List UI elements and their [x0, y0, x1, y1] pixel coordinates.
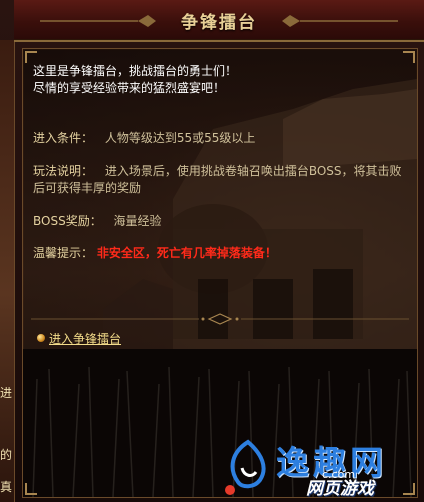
corner-ornament — [25, 51, 37, 63]
title-ornament-right-icon — [282, 15, 398, 27]
background-game-strip: 进 的 真 — [0, 40, 15, 502]
background-text-fragment: 的 — [0, 448, 13, 462]
reward-label: BOSS奖励： — [33, 214, 102, 228]
enter-arena-link[interactable]: 进入争锋擂台 — [37, 329, 121, 347]
bullet-icon — [37, 334, 45, 342]
tip-label: 温馨提示： — [33, 246, 94, 260]
watermark-sub-text: 网页游戏 — [306, 479, 374, 499]
site-watermark: 逸趣网 c.com 网页游戏 — [222, 436, 418, 499]
tip-row: 温馨提示： 非安全区，死亡有几率掉落装备！ — [33, 245, 277, 261]
intro-line-1: 这里是争锋擂台，挑战擂台的勇士们！ — [33, 64, 238, 78]
condition-value: 人物等级达到55或55级以上 — [104, 131, 256, 145]
intro-line-2: 尽情的享受经验带来的猛烈盛宴吧！ — [33, 81, 226, 95]
condition-row: 进入条件： 人物等级达到55或55级以上 — [33, 130, 255, 146]
watermark-logo-icon — [225, 439, 266, 495]
rules-value-line-2: 后可获得丰厚的奖励 — [33, 181, 142, 195]
reward-value: 海量经验 — [113, 214, 162, 228]
enter-arena-link-label[interactable]: 进入争锋擂台 — [49, 330, 121, 347]
arena-background-illustration — [23, 49, 417, 497]
tip-value: 非安全区，死亡有几率掉落装备！ — [96, 246, 277, 260]
section-divider-icon — [31, 313, 409, 325]
background-text-fragment: 进 — [0, 386, 13, 400]
rules-value-line-1: 进入场景后，使用挑战卷轴召唤出擂台BOSS，将其击败 — [104, 164, 402, 178]
reward-row: BOSS奖励： 海量经验 — [33, 213, 162, 229]
title-bar[interactable]: 争锋擂台 — [14, 0, 424, 42]
background-text-fragment: 真 — [0, 480, 13, 494]
corner-ornament — [403, 51, 415, 63]
rules-label: 玩法说明： — [33, 164, 94, 178]
rules-row: 玩法说明： 进入场景后，使用挑战卷轴召唤出擂台BOSS，将其击败 — [33, 163, 402, 179]
condition-label: 进入条件： — [33, 131, 94, 145]
dialog-window: 进 的 真 争锋擂台 这里是争锋擂台，挑战擂台的勇士们！ 尽情的享受经验带来的猛… — [0, 0, 424, 502]
corner-ornament — [25, 483, 37, 495]
content-panel: 这里是争锋擂台，挑战擂台的勇士们！ 尽情的享受经验带来的猛烈盛宴吧！ 进入条件：… — [22, 48, 418, 498]
